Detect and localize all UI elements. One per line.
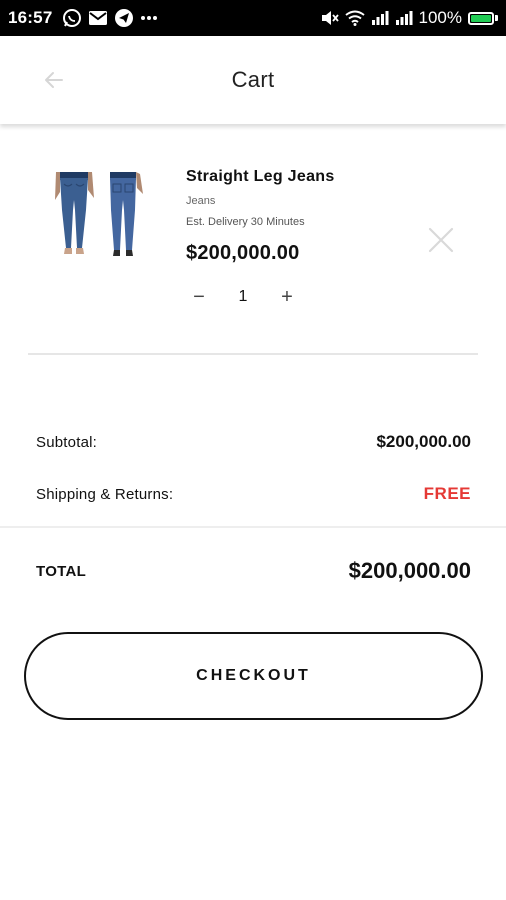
status-bar-right: 100% bbox=[321, 8, 498, 28]
remove-item-button[interactable] bbox=[426, 224, 456, 256]
signal-icon-2 bbox=[395, 10, 413, 26]
battery-percent: 100% bbox=[418, 8, 462, 27]
subtotal-label: Subtotal: bbox=[36, 433, 98, 451]
wifi-icon bbox=[344, 10, 365, 26]
cart-screen: 16:57 100% Cart Straight Leg Jeans Jeans… bbox=[0, 0, 506, 900]
shipping-label: Shipping & Returns: bbox=[36, 485, 174, 503]
checkout-button[interactable]: CHECKOUT bbox=[24, 632, 483, 720]
summary-divider bbox=[0, 526, 506, 528]
increase-quantity-button[interactable]: + bbox=[276, 286, 298, 308]
back-button[interactable] bbox=[36, 62, 72, 98]
app-header: Cart bbox=[0, 36, 506, 124]
gmail-icon bbox=[88, 9, 108, 27]
telegram-icon bbox=[114, 8, 134, 28]
item-delivery-estimate: Est. Delivery 30 Minutes bbox=[186, 216, 305, 228]
jeans-product-image bbox=[44, 170, 154, 260]
subtotal-row: Subtotal: $200,000.00 bbox=[36, 432, 471, 452]
mute-icon bbox=[321, 10, 339, 26]
decrease-quantity-button[interactable]: − bbox=[188, 286, 210, 308]
shipping-row: Shipping & Returns: FREE bbox=[36, 484, 471, 504]
shipping-value: FREE bbox=[423, 484, 471, 503]
whatsapp-icon bbox=[62, 8, 82, 28]
cart-item: Straight Leg Jeans Jeans Est. Delivery 3… bbox=[28, 150, 478, 340]
page-title: Cart bbox=[231, 67, 275, 92]
signal-icon bbox=[371, 10, 389, 26]
status-bar-left: 16:57 bbox=[8, 8, 158, 28]
item-name: Straight Leg Jeans bbox=[186, 168, 335, 185]
arrow-left-icon bbox=[45, 72, 63, 88]
more-dots-icon bbox=[140, 15, 158, 21]
status-bar: 16:57 100% bbox=[0, 0, 506, 36]
item-category: Jeans bbox=[186, 195, 216, 207]
quantity-stepper: − 1 + bbox=[188, 286, 298, 308]
quantity-value: 1 bbox=[238, 288, 248, 305]
total-label: TOTAL bbox=[36, 562, 87, 580]
close-icon bbox=[428, 227, 454, 253]
total-value: $200,000.00 bbox=[348, 558, 471, 583]
item-price: $200,000.00 bbox=[186, 242, 300, 264]
battery-icon bbox=[468, 11, 498, 25]
total-row: TOTAL $200,000.00 bbox=[36, 558, 471, 584]
item-divider bbox=[28, 353, 478, 355]
status-time: 16:57 bbox=[8, 8, 53, 27]
subtotal-value: $200,000.00 bbox=[376, 432, 471, 451]
